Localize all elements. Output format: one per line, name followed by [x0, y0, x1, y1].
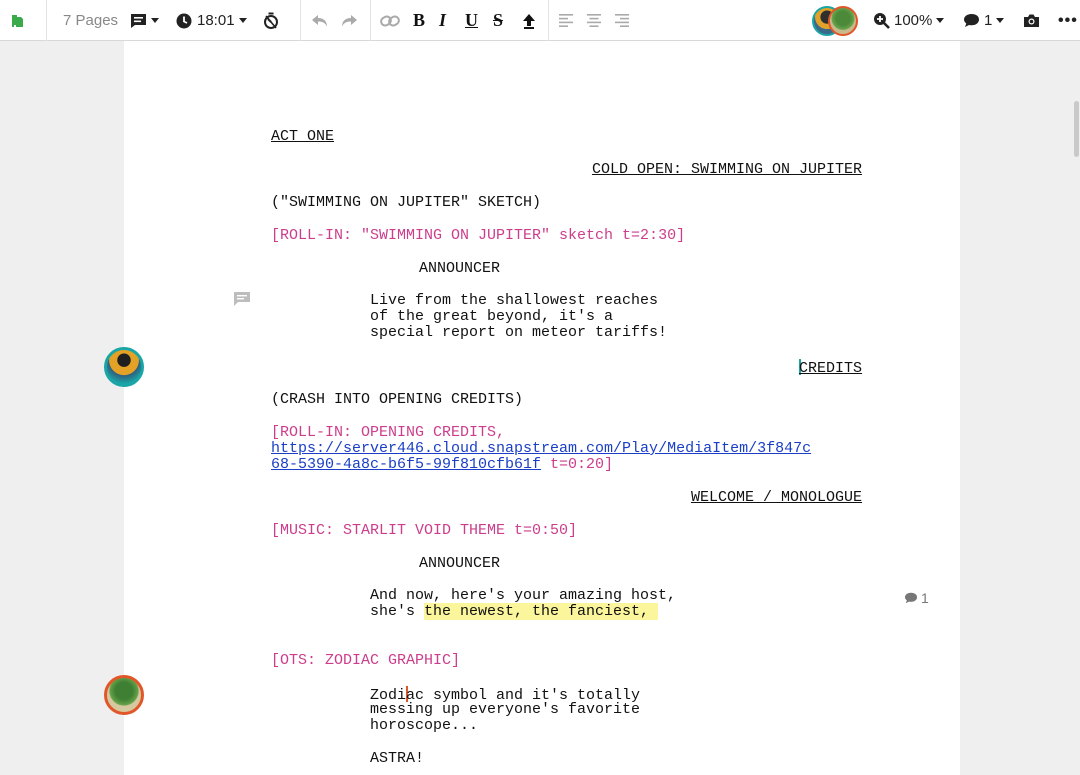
zoom-level: 100% — [894, 12, 933, 29]
dialogue-line: special report on meteor tariffs! — [370, 324, 668, 341]
action-line: (CRASH INTO OPENING CREDITS) — [271, 391, 524, 408]
align-center-icon — [587, 14, 601, 27]
dialogue-line: messing up everyone's favorite — [370, 701, 641, 718]
chevron-down-icon — [936, 18, 945, 23]
toolbar: 7 Pages 18:01 B I U S 100% 1 ••• — [0, 0, 1080, 41]
link-button[interactable] — [380, 0, 400, 41]
comment-count: 1 — [921, 590, 929, 606]
uppercase-button[interactable] — [522, 0, 536, 41]
scene-list-icon — [131, 13, 146, 28]
stopwatch-icon — [264, 12, 278, 29]
dialogue-line: Live from the shallowest reaches — [370, 292, 659, 309]
align-right-button[interactable] — [615, 0, 629, 41]
app-logo-icon[interactable] — [10, 0, 26, 41]
strikethrough-button[interactable]: S — [493, 0, 503, 41]
link-icon — [380, 15, 400, 26]
align-left-icon — [559, 14, 573, 27]
more-icon: ••• — [1058, 11, 1078, 29]
action-line: ("SWIMMING ON JUPITER" SKETCH) — [271, 194, 542, 211]
act-heading: ACT ONE — [271, 128, 335, 145]
bold-button[interactable]: B — [413, 0, 425, 41]
chevron-down-icon — [996, 18, 1005, 23]
time-label: 18:01 — [197, 12, 235, 29]
align-left-button[interactable] — [559, 0, 573, 41]
collaborator-avatar[interactable] — [104, 675, 144, 715]
comments-count: 1 — [984, 12, 993, 29]
comment-marker[interactable]: 1 — [904, 590, 929, 606]
music-cue: [MUSIC: STARLIT VOID THEME t=0:50] — [271, 522, 578, 539]
align-right-icon — [615, 14, 629, 27]
dialogue-line: of the great beyond, it's a — [370, 308, 614, 325]
collaborators[interactable] — [812, 0, 858, 41]
zoom-in-icon — [874, 13, 890, 29]
roll-in-cue: [ROLL-IN: OPENING CREDITS, — [271, 424, 506, 441]
scene-heading: COLD OPEN: SWIMMING ON JUPITER — [591, 161, 862, 178]
comment-icon — [905, 592, 917, 604]
italic-button[interactable]: I — [439, 0, 446, 41]
camera-icon — [1024, 14, 1039, 27]
redo-icon — [342, 14, 357, 26]
media-link-line: 68-5390-4a8c-b6f5-99f810cfb61f t=0:20] — [271, 456, 614, 473]
character-name: ANNOUNCER — [419, 555, 501, 572]
scene-heading: WELCOME / MONOLOGUE — [690, 489, 862, 506]
align-center-button[interactable] — [587, 0, 601, 41]
redo-button[interactable] — [340, 0, 358, 41]
ots-cue: [OTS: ZODIAC GRAPHIC] — [271, 652, 461, 669]
scrollbar-thumb[interactable] — [1074, 101, 1079, 157]
media-link[interactable]: 68-5390-4a8c-b6f5-99f810cfb61f — [271, 456, 541, 473]
roll-in-cue: [ROLL-IN: "SWIMMING ON JUPITER" sketch t… — [271, 227, 686, 244]
add-comment-icon[interactable] — [233, 291, 251, 312]
comment-highlight[interactable]: the newest, the fanciest, — [424, 603, 659, 620]
character-name: ANNOUNCER — [419, 260, 501, 277]
collaborator-avatar[interactable] — [104, 347, 144, 387]
snapshot-button[interactable] — [1023, 0, 1040, 41]
scene-list-button[interactable] — [130, 0, 159, 41]
page-count: 7 Pages — [63, 12, 119, 29]
comments-button[interactable]: 1 — [963, 0, 1005, 41]
comment-icon — [964, 14, 979, 27]
dialogue-line: horoscope... — [370, 717, 479, 734]
dialogue-line: she's the newest, the fanciest, — [370, 603, 659, 620]
more-menu-button[interactable]: ••• — [1058, 0, 1078, 41]
dialogue-line: And now, here's your amazing host, — [370, 587, 677, 604]
avatar — [828, 5, 858, 36]
media-link[interactable]: https://server446.cloud.snapstream.com/P… — [271, 440, 811, 457]
zoom-button[interactable]: 100% — [873, 0, 945, 41]
stopwatch-button[interactable] — [263, 0, 279, 41]
timer-button[interactable]: 18:01 — [176, 0, 247, 41]
undo-icon — [312, 14, 327, 26]
chevron-down-icon — [151, 18, 159, 23]
undo-button[interactable] — [311, 0, 329, 41]
dialogue-line: ASTRA! — [370, 750, 425, 767]
scene-heading: CREDITS — [798, 359, 862, 377]
clock-icon — [176, 13, 192, 28]
arrow-up-icon — [523, 13, 535, 29]
scrollbar[interactable] — [1072, 41, 1080, 775]
script-page[interactable]: ACT ONE COLD OPEN: SWIMMING ON JUPITER (… — [124, 41, 960, 775]
underline-button[interactable]: U — [465, 0, 478, 41]
chevron-down-icon — [238, 18, 247, 23]
